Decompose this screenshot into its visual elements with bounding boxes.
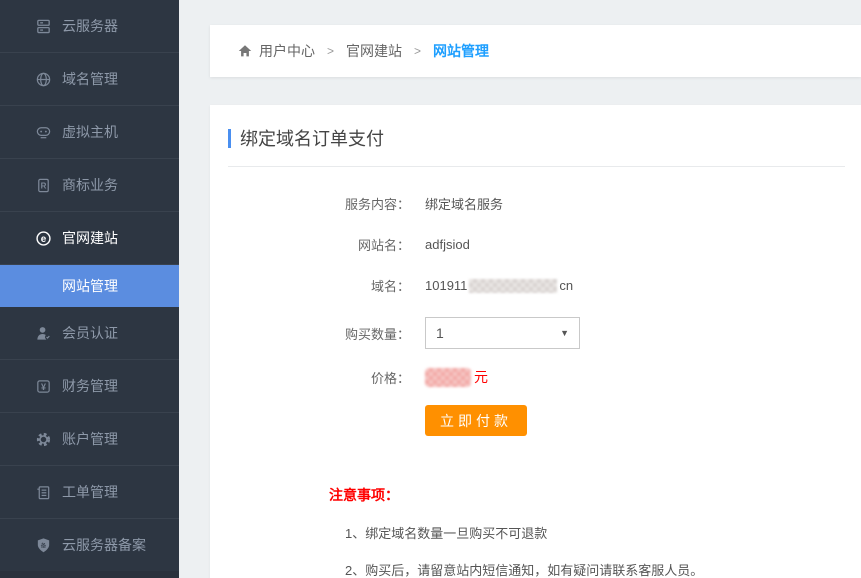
order-payment-card: 绑定域名订单支付 服务内容： 绑定域名服务 网站名： adfjsiod 域名： … <box>210 105 861 578</box>
form-row-quantity: 购买数量： 1 ▼ <box>210 317 861 349</box>
breadcrumb-separator: > <box>327 44 334 58</box>
form-row-price: 价格： 元 <box>210 367 861 387</box>
svg-text:R: R <box>40 181 46 190</box>
domain-prefix: 101911 <box>425 278 467 293</box>
sidebar-item-label: 云服务器备案 <box>62 535 146 555</box>
quantity-label: 购买数量： <box>210 324 410 343</box>
sidebar-item-account[interactable]: 账户管理 <box>0 413 179 466</box>
form-row-sitename: 网站名： adfjsiod <box>210 235 861 254</box>
yen-icon: ¥ <box>34 377 52 395</box>
sidebar-bottom-strip <box>0 571 179 578</box>
sidebar-item-work-order[interactable]: 工单管理 <box>0 466 179 519</box>
sidebar-item-label: 官网建站 <box>62 228 118 248</box>
domain-suffix: cn <box>559 278 573 293</box>
notes-section: 注意事项： 1、绑定域名数量一旦购买不可退款 2、购买后，请留意站内短信通知，如… <box>329 485 861 578</box>
svg-text:备: 备 <box>40 541 46 549</box>
breadcrumb: 用户中心 > 官网建站 > 网站管理 <box>210 25 861 77</box>
price-redacted-blur <box>425 368 471 387</box>
domain-label: 域名： <box>210 276 410 295</box>
sidebar-item-member-auth[interactable]: 会员认证 <box>0 307 179 360</box>
sidebar-item-label: 云服务器 <box>62 16 118 36</box>
breadcrumb-user-center[interactable]: 用户中心 <box>237 41 315 61</box>
notes-title: 注意事项： <box>329 485 861 505</box>
website-icon: e <box>34 229 52 247</box>
sidebar: 云服务器 域名管理 虚拟主机 R <box>0 0 179 578</box>
sidebar-item-label: 商标业务 <box>62 175 118 195</box>
sidebar-item-finance[interactable]: ¥ 财务管理 <box>0 360 179 413</box>
price-unit: 元 <box>474 367 488 387</box>
shield-icon: 备 <box>34 536 52 554</box>
globe-icon <box>34 70 52 88</box>
sidebar-item-virtual-host[interactable]: 虚拟主机 <box>0 106 179 159</box>
domain-value: 101911 cn <box>425 278 573 293</box>
svg-text:¥: ¥ <box>41 382 46 392</box>
gear-icon <box>34 430 52 448</box>
breadcrumb-label: 网站管理 <box>433 41 489 61</box>
form-row-domain: 域名： 101911 cn <box>210 276 861 295</box>
note-item: 2、购买后，请留意站内短信通知，如有疑问请联系客服人员。 <box>345 560 861 578</box>
breadcrumb-separator: > <box>414 44 421 58</box>
quantity-selected-value: 1 <box>436 325 444 341</box>
service-value: 绑定域名服务 <box>425 194 503 213</box>
sidebar-item-label: 会员认证 <box>62 323 118 343</box>
sidebar-item-website-building[interactable]: e 官网建站 <box>0 212 179 265</box>
sidebar-item-server-filing[interactable]: 备 云服务器备案 <box>0 519 179 572</box>
price-label: 价格： <box>210 368 410 387</box>
breadcrumb-website-building[interactable]: 官网建站 <box>346 41 402 61</box>
work-order-icon <box>34 483 52 501</box>
trademark-icon: R <box>34 176 52 194</box>
member-check-icon <box>34 324 52 342</box>
host-icon <box>34 123 52 141</box>
sidebar-item-label: 虚拟主机 <box>62 122 118 142</box>
sidebar-item-label: 账户管理 <box>62 429 118 449</box>
sitename-value: adfjsiod <box>425 237 470 252</box>
svg-text:e: e <box>40 233 46 244</box>
home-icon <box>237 43 253 59</box>
sidebar-item-cloud-server[interactable]: 云服务器 <box>0 0 179 53</box>
pay-now-button[interactable]: 立即付款 <box>425 405 527 436</box>
sidebar-subitem-website-management[interactable]: 网站管理 <box>0 265 179 307</box>
quantity-select[interactable]: 1 ▼ <box>425 317 580 349</box>
title-accent-bar <box>228 129 231 148</box>
sidebar-item-label: 域名管理 <box>62 69 118 89</box>
breadcrumb-website-management[interactable]: 网站管理 <box>433 41 489 61</box>
order-form: 服务内容： 绑定域名服务 网站名： adfjsiod 域名： 101911 cn… <box>210 194 861 436</box>
sidebar-item-domain-management[interactable]: 域名管理 <box>0 53 179 106</box>
sidebar-subitem-label: 网站管理 <box>62 276 118 296</box>
price-value: 元 <box>425 367 488 387</box>
caret-down-icon: ▼ <box>560 328 569 338</box>
sitename-label: 网站名： <box>210 235 410 254</box>
page-title: 绑定域名订单支付 <box>240 125 384 151</box>
sidebar-item-label: 工单管理 <box>62 482 118 502</box>
sidebar-item-trademark[interactable]: R 商标业务 <box>0 159 179 212</box>
breadcrumb-label: 用户中心 <box>259 41 315 61</box>
form-row-service: 服务内容： 绑定域名服务 <box>210 194 861 213</box>
breadcrumb-label: 官网建站 <box>346 41 402 61</box>
sidebar-item-label: 财务管理 <box>62 376 118 396</box>
service-label: 服务内容： <box>210 194 410 213</box>
server-icon <box>34 17 52 35</box>
note-item: 1、绑定域名数量一旦购买不可退款 <box>345 523 861 542</box>
domain-redacted-blur <box>469 279 557 293</box>
card-title-row: 绑定域名订单支付 <box>228 125 845 167</box>
